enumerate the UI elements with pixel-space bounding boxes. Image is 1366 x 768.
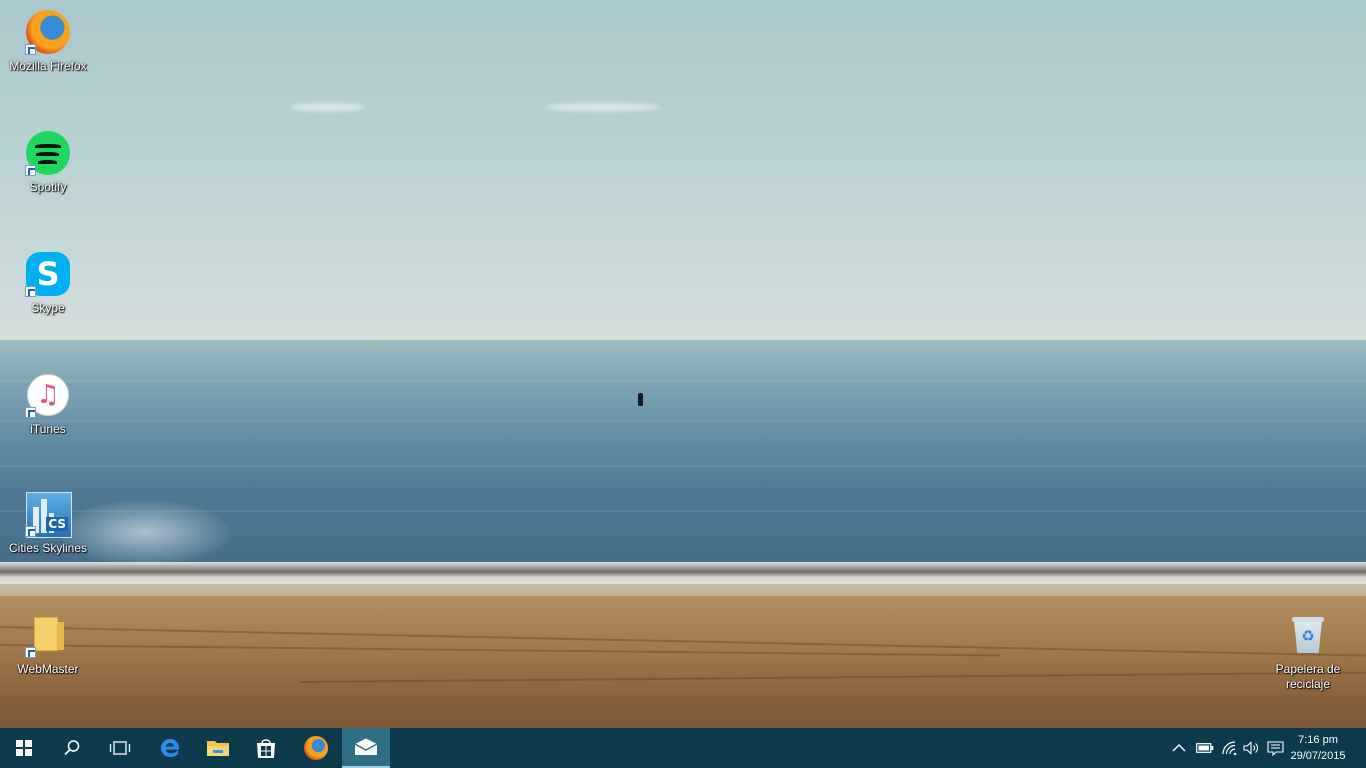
wallpaper-cloud bbox=[545, 103, 660, 111]
desktop-icon-label: Mozilla Firefox bbox=[9, 59, 87, 73]
taskbar-store[interactable] bbox=[242, 728, 290, 768]
battery-icon bbox=[1196, 743, 1214, 753]
mail-icon bbox=[354, 738, 378, 755]
desktop-icon-skype[interactable]: S Skype bbox=[4, 250, 92, 316]
cities-skylines-icon: CS bbox=[24, 490, 72, 538]
skype-icon: S bbox=[24, 250, 72, 298]
shortcut-arrow-icon bbox=[25, 286, 36, 297]
taskbar: 7:16 pm 29/07/2015 bbox=[0, 728, 1366, 768]
show-hidden-icons-button[interactable] bbox=[1168, 728, 1190, 768]
taskbar-edge[interactable] bbox=[146, 728, 194, 768]
start-button[interactable] bbox=[0, 728, 48, 768]
shortcut-arrow-icon bbox=[25, 44, 36, 55]
search-button[interactable] bbox=[48, 728, 96, 768]
wallpaper-sand bbox=[0, 596, 1366, 728]
desktop-icon-itunes[interactable]: ♫ iTunes bbox=[4, 371, 92, 437]
clock-date: 29/07/2015 bbox=[1290, 750, 1346, 762]
wallpaper-swimmer bbox=[638, 393, 643, 406]
folder-icon bbox=[24, 611, 72, 659]
desktop-icon-spotify[interactable]: Spotify bbox=[4, 129, 92, 195]
shortcut-arrow-icon bbox=[25, 407, 36, 418]
desktop-icon-label: Papelera de reciclaje bbox=[1275, 662, 1341, 691]
desktop-icon-label: Spotify bbox=[29, 180, 67, 194]
spotify-icon bbox=[24, 129, 72, 177]
search-icon bbox=[64, 740, 80, 756]
wallpaper-wave bbox=[0, 562, 1366, 584]
desktop-icon-label: Cities Skylines bbox=[8, 541, 88, 555]
taskbar-firefox[interactable] bbox=[292, 728, 340, 768]
shortcut-arrow-icon bbox=[25, 526, 36, 537]
volume-icon bbox=[1243, 741, 1258, 755]
file-explorer-icon bbox=[207, 741, 229, 756]
task-view-button[interactable] bbox=[96, 728, 144, 768]
taskbar-file-explorer[interactable] bbox=[194, 728, 242, 768]
battery-button[interactable] bbox=[1192, 728, 1218, 768]
edge-icon bbox=[161, 739, 180, 757]
firefox-icon bbox=[24, 8, 72, 56]
desktop-icon-cities-skylines[interactable]: CS Cities Skylines bbox=[4, 490, 92, 556]
volume-button[interactable] bbox=[1240, 728, 1262, 768]
desktop-icon-recycle-bin[interactable]: ♻ Papelera de reciclaje bbox=[1264, 611, 1352, 692]
taskbar-clock[interactable]: 7:16 pm 29/07/2015 bbox=[1282, 732, 1354, 764]
network-button[interactable] bbox=[1218, 728, 1242, 768]
desktop-icon-label: Skype bbox=[31, 301, 65, 315]
taskbar-mail[interactable] bbox=[342, 728, 390, 768]
windows-start-icon bbox=[16, 740, 32, 756]
desktop-icon-firefox[interactable]: Mozilla Firefox bbox=[4, 8, 92, 74]
wallpaper-cloud bbox=[290, 103, 365, 111]
itunes-icon: ♫ bbox=[24, 371, 72, 419]
shortcut-arrow-icon bbox=[25, 647, 36, 658]
chevron-up-icon bbox=[1172, 744, 1186, 752]
recycle-bin-icon: ♻ bbox=[1284, 611, 1332, 659]
clock-time: 7:16 pm bbox=[1298, 734, 1338, 746]
task-view-icon bbox=[109, 741, 131, 755]
store-icon bbox=[257, 739, 275, 758]
desktop-icon-label: iTunes bbox=[30, 422, 66, 436]
wallpaper-sky bbox=[0, 0, 1366, 340]
desktop-wallpaper bbox=[0, 0, 1366, 728]
wifi-icon bbox=[1222, 741, 1237, 755]
shortcut-arrow-icon bbox=[25, 165, 36, 176]
action-center-icon bbox=[1266, 740, 1284, 756]
desktop-icon-label: WebMaster bbox=[17, 662, 79, 676]
firefox-icon bbox=[304, 736, 328, 760]
desktop-icon-webmaster[interactable]: WebMaster bbox=[4, 611, 92, 677]
